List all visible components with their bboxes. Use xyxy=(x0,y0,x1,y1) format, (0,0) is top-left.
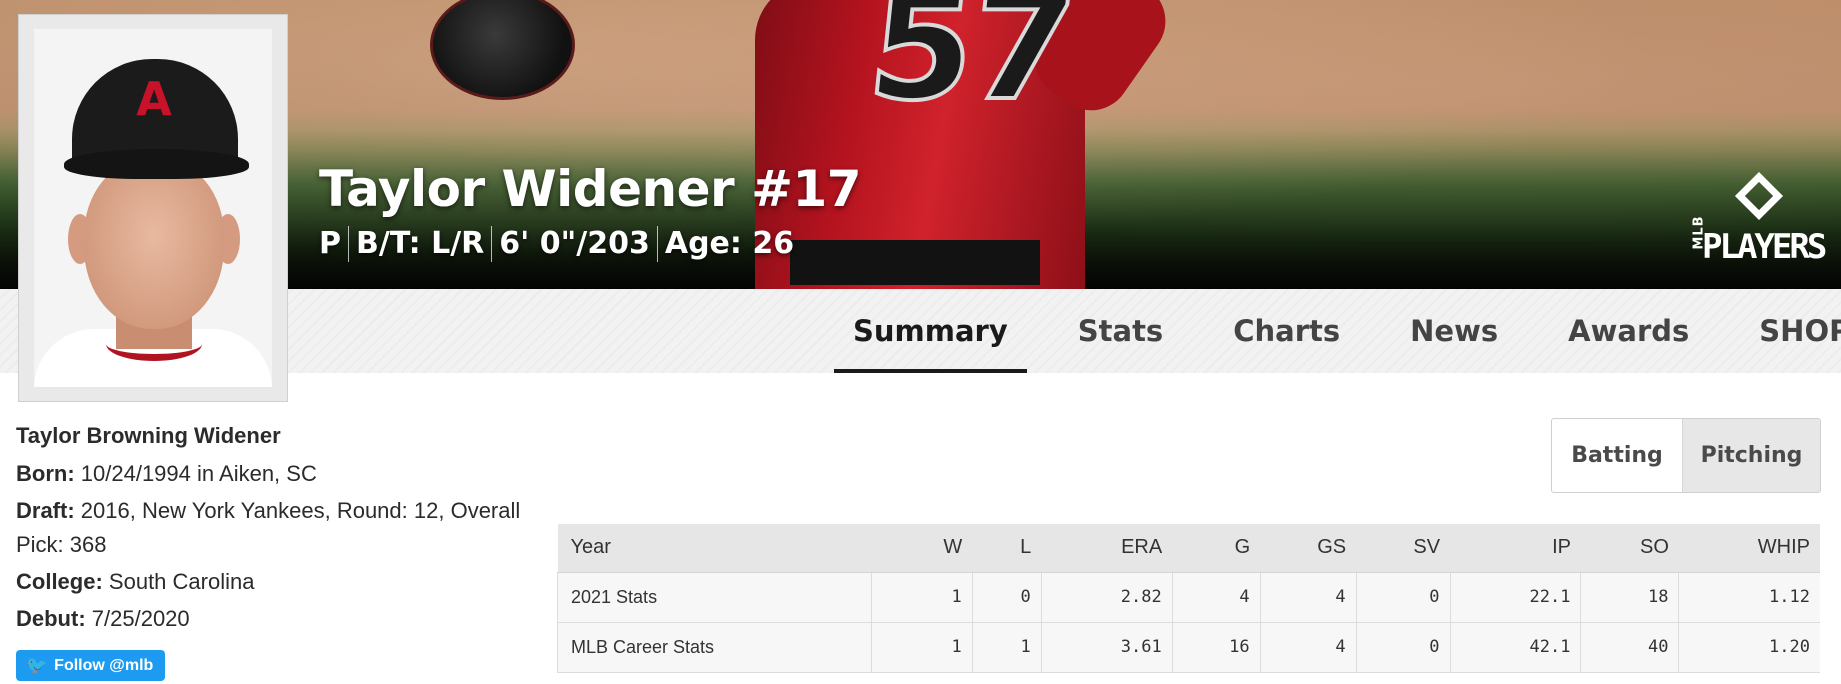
bats-throws: B/T: L/R xyxy=(348,226,491,262)
column-header-era[interactable]: ERA xyxy=(1041,524,1173,573)
mlb-players-logo[interactable]: MLB PLAYERS xyxy=(1688,171,1838,267)
cell-whip: 1.12 xyxy=(1678,572,1820,623)
cell-w: 1 xyxy=(870,572,973,623)
tab-shop[interactable]: SHOP xyxy=(1740,289,1841,373)
player-tabs: Summary Stats Charts News Awards SHOP xyxy=(834,289,1841,373)
bio-college: College: South Carolina xyxy=(16,565,536,599)
diamond-icon xyxy=(1734,171,1784,221)
follow-label: Follow @mlb xyxy=(54,656,154,674)
cell-ip: 42.1 xyxy=(1449,622,1581,673)
cell-g: 16 xyxy=(1171,622,1261,673)
tab-stats[interactable]: Stats xyxy=(1059,289,1182,373)
college-value: South Carolina xyxy=(108,569,255,594)
column-header-l[interactable]: L xyxy=(972,524,1042,573)
cell-era: 2.82 xyxy=(1040,572,1173,623)
born-label: Born: xyxy=(16,461,75,486)
pitching-toggle-button[interactable]: Pitching xyxy=(1682,419,1820,492)
player-meta: P B/T: L/R 6' 0"/203 Age: 26 xyxy=(319,226,801,262)
height-weight: 6' 0"/203 xyxy=(491,226,657,262)
cell-w: 1 xyxy=(870,622,973,673)
bio-born: Born: 10/24/1994 in Aiken, SC xyxy=(16,457,536,491)
position: P xyxy=(319,226,341,261)
debut-value: 7/25/2020 xyxy=(91,606,190,631)
headshot-frame: A xyxy=(18,14,288,402)
cell-gs: 4 xyxy=(1259,572,1357,623)
cell-era: 3.61 xyxy=(1040,622,1173,673)
table-row: MLB Career Stats 1 1 3.61 16 4 0 42.1 40… xyxy=(557,622,1820,673)
tab-news[interactable]: News xyxy=(1391,289,1517,373)
cell-sv: 0 xyxy=(1355,622,1451,673)
headshot-cap-brim xyxy=(64,149,249,179)
jersey-number: 57 xyxy=(859,0,1082,136)
batting-toggle-button[interactable]: Batting xyxy=(1552,419,1682,492)
pitching-stats-table: Year W L ERA G GS SV IP SO WHIP 2021 Sta… xyxy=(557,524,1820,673)
player-headshot: A xyxy=(34,29,272,387)
bio-draft: Draft: 2016, New York Yankees, Round: 12… xyxy=(16,494,536,562)
column-header-whip[interactable]: WHIP xyxy=(1678,524,1820,573)
column-header-w[interactable]: W xyxy=(871,524,973,573)
stat-type-toggle: Batting Pitching xyxy=(1551,418,1821,493)
twitter-follow-button[interactable]: 🐦 Follow @mlb xyxy=(16,650,166,681)
full-name: Taylor Browning Widener xyxy=(16,423,281,448)
player-name-heading: Taylor Widener #17 xyxy=(319,160,862,218)
cell-so: 18 xyxy=(1580,572,1679,623)
row-year: MLB Career Stats xyxy=(557,622,872,673)
cell-l: 0 xyxy=(971,572,1042,623)
age: Age: 26 xyxy=(656,226,801,262)
players-logo-text: PLAYERS xyxy=(1702,227,1827,267)
born-value: 10/24/1994 in Aiken, SC xyxy=(80,461,317,486)
cell-l: 1 xyxy=(971,622,1042,673)
bio-debut: Debut: 7/25/2020 xyxy=(16,602,536,636)
cell-gs: 4 xyxy=(1259,622,1357,673)
belt-image xyxy=(790,240,1040,285)
column-header-gs[interactable]: GS xyxy=(1260,524,1357,573)
table-row: 2021 Stats 1 0 2.82 4 4 0 22.1 18 1.12 xyxy=(557,572,1820,623)
twitter-bird-icon: 🐦 xyxy=(26,655,48,675)
tab-summary[interactable]: Summary xyxy=(834,289,1027,373)
column-header-g[interactable]: G xyxy=(1172,524,1261,573)
row-year: 2021 Stats xyxy=(557,572,872,623)
player-bio: Taylor Browning Widener Born: 10/24/1994… xyxy=(16,418,536,636)
headshot-collar xyxy=(106,327,202,361)
cell-ip: 22.1 xyxy=(1449,572,1581,623)
column-header-ip[interactable]: IP xyxy=(1450,524,1581,573)
college-label: College: xyxy=(16,569,103,594)
debut-label: Debut: xyxy=(16,606,86,631)
diamondbacks-logo: A xyxy=(136,72,172,126)
cell-sv: 0 xyxy=(1355,572,1451,623)
column-header-sv[interactable]: SV xyxy=(1356,524,1451,573)
column-header-so[interactable]: SO xyxy=(1580,524,1679,573)
headshot-face xyxy=(84,159,224,329)
draft-label: Draft: xyxy=(16,498,75,523)
cell-g: 4 xyxy=(1171,572,1261,623)
tab-awards[interactable]: Awards xyxy=(1549,289,1708,373)
table-header-row: Year W L ERA G GS SV IP SO WHIP xyxy=(557,524,1820,573)
draft-value: 2016, New York Yankees, Round: 12, Overa… xyxy=(16,498,521,557)
column-header-year[interactable]: Year xyxy=(557,524,872,573)
tab-charts[interactable]: Charts xyxy=(1214,289,1359,373)
cell-so: 40 xyxy=(1580,622,1679,673)
cell-whip: 1.20 xyxy=(1678,622,1820,673)
